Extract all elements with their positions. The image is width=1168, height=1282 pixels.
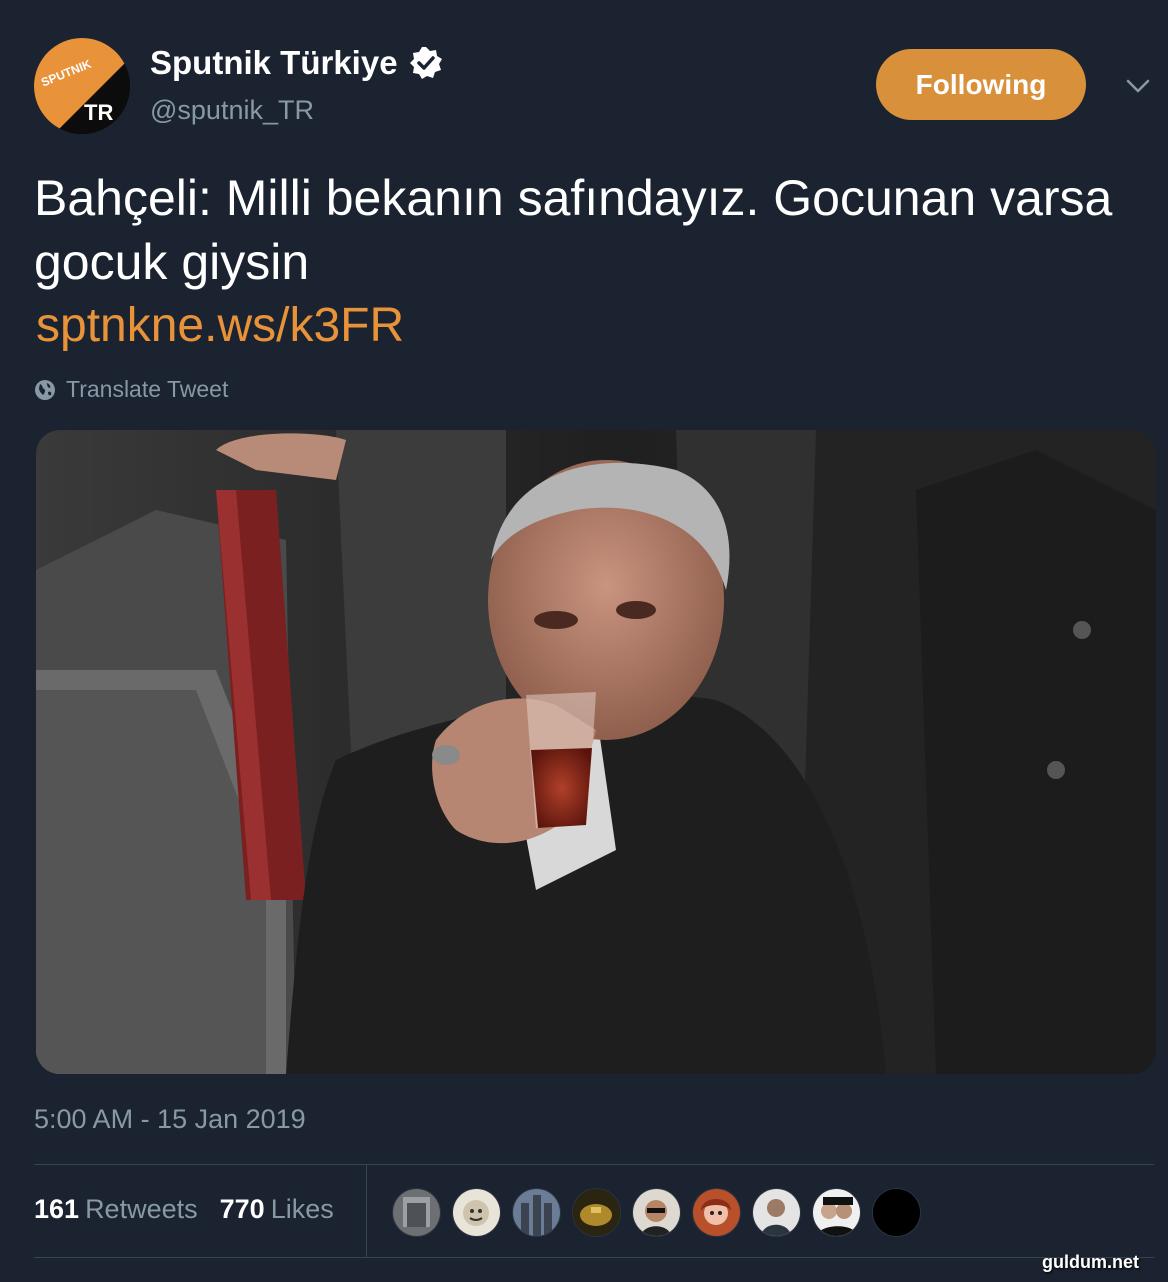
divider [34,1257,1154,1258]
divider [34,1164,1154,1165]
translate-tweet-button[interactable]: Translate Tweet [34,376,228,403]
liker-avatar[interactable] [632,1188,681,1237]
verified-badge-icon [408,45,444,81]
liker-avatar[interactable] [872,1188,921,1237]
tweet-link[interactable]: sptnkne.ws/k3FR [36,296,404,356]
liker-avatar[interactable] [812,1188,861,1237]
translate-tweet-label: Translate Tweet [66,376,229,402]
retweets-stat[interactable]: 161 Retweets [34,1194,198,1225]
liker-avatar[interactable] [572,1188,621,1237]
likes-stat[interactable]: 770 Likes [220,1194,334,1225]
liker-avatar[interactable] [512,1188,561,1237]
chevron-down-icon[interactable] [1124,76,1152,96]
site-watermark: guldum.net [1042,1252,1139,1272]
liker-avatar[interactable] [392,1188,441,1237]
photo-image [36,430,1156,1074]
tweet-photo[interactable] [36,430,1156,1074]
divider [366,1165,367,1257]
svg-text:TR: TR [84,100,113,125]
likes-label: Likes [270,1194,334,1224]
liker-avatar[interactable] [692,1188,741,1237]
likes-count: 770 [219,1194,265,1224]
tweet-page: SPUTNIK TR Sputnik Türkiye @sputnik_TR F… [0,0,1168,1282]
retweets-label: Retweets [85,1194,198,1224]
sputnik-logo: SPUTNIK TR [34,38,130,134]
account-handle[interactable]: @sputnik_TR [150,95,314,126]
liker-avatars [392,1188,921,1237]
profile-avatar[interactable]: SPUTNIK TR [34,38,130,134]
liker-avatar[interactable] [452,1188,501,1237]
tweet-stats: 161 Retweets 770 Likes [34,1194,334,1225]
tweet-timestamp[interactable]: 5:00 AM - 15 Jan 2019 [34,1104,306,1135]
following-button[interactable]: Following [876,49,1086,120]
display-name[interactable]: Sputnik Türkiye [150,44,444,82]
globe-icon [34,379,56,401]
display-name-text: Sputnik Türkiye [150,44,398,81]
tweet-text: Bahçeli: Milli bekanın safındayız. Gocun… [34,170,1113,290]
liker-avatar[interactable] [752,1188,801,1237]
retweets-count: 161 [34,1194,80,1224]
